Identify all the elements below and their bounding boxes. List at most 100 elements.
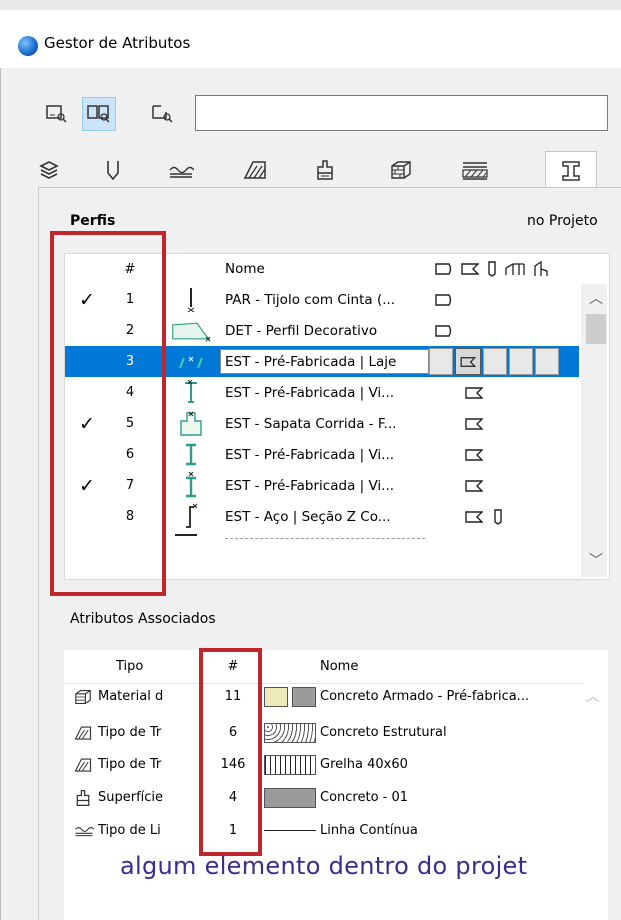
profile-name: EST - Pré-Fabricada | Vi... [225,384,395,401]
table-row[interactable]: Tipo de Tr 146 Grelha 40x60 [64,748,584,781]
search-input[interactable] [195,95,608,131]
column-header-name[interactable]: Nome [320,650,358,683]
grid-fill-swatch [264,754,316,775]
attribute-name: Concreto Armado - Pré-fabrica... [320,689,530,704]
attribute-name: Concreto Estrutural [320,725,447,740]
attribute-type: Tipo de Li [98,823,161,838]
profile-thumbnail [175,534,197,546]
tab-composites[interactable] [450,153,500,187]
table-row[interactable]: Material d 11 Concreto Armado - Pré-fabr… [64,680,584,713]
line-sample [264,814,316,847]
table-row[interactable]: Superfície 4 Concreto - 01 [64,781,584,814]
profile-thumbnail [171,408,211,439]
profile-thumbnail [171,315,211,346]
profile-name-editing[interactable]: EST - Pré-Fabricada | Laje [220,349,429,374]
tab-pens[interactable] [88,153,138,187]
overlay-caption: algum elemento dentro do projet [120,852,528,880]
profile-icon [562,160,580,181]
scroll-up-icon[interactable]: ︿ [589,288,603,308]
railing-icon [505,263,525,275]
tab-layers[interactable] [24,153,74,187]
attribute-swatches [264,748,316,781]
profile-thumbnail [171,377,211,408]
view-two-panes-button[interactable] [82,97,116,131]
column-usage-toggle[interactable] [483,348,507,375]
pen-icon [107,161,119,181]
section-title-perfis: Perfis [70,213,116,229]
profile-name: EST - Sapata Corrida - F... [225,415,397,432]
beam-usage-icon [465,377,483,408]
attribute-name: Grelha 40x60 [320,757,408,772]
fill-icon [243,161,266,179]
attribute-tabs [38,151,621,189]
beam-usage-icon [465,408,483,439]
view-list-button[interactable] [40,97,74,131]
railing-usage-toggle[interactable] [509,348,533,375]
associated-attributes-list[interactable]: Tipo # Nome Material d 11 Concreto Armad… [64,650,608,860]
attribute-name: Concreto - 01 [320,790,409,805]
profile-name: PAR - Tijolo com Cinta (... [225,291,396,308]
fill-icon [74,716,92,749]
column-header-name[interactable]: Nome [225,254,265,284]
section-title-associated: Atributos Associados [70,611,216,627]
window-title: Gestor de Atributos [44,34,191,52]
tab-line-types[interactable] [156,153,206,187]
profile-thumbnail [171,439,211,470]
attribute-swatches [264,680,316,713]
view-detail-button[interactable] [146,97,180,131]
layers-icon [39,161,59,179]
profile-name-clipped [225,538,425,546]
usage-icons [465,501,503,532]
column-header-type[interactable]: Tipo [116,650,143,683]
surface-icon [317,160,333,180]
wall-usage-icon [435,315,453,346]
object-usage-toggle[interactable] [535,348,559,375]
building-material-icon [391,161,411,179]
column-usage-icons [435,254,585,284]
building-material-icon [74,680,92,713]
concrete-fill-swatch [264,722,316,743]
wall-usage-icon [435,284,453,315]
attribute-type: Material d [98,689,164,704]
beam-usage-icon [465,470,483,501]
highlight-number-column [199,648,262,856]
title-bar: Gestor de Atributos [0,10,621,69]
line-type-icon [74,814,94,847]
wall-usage-toggle[interactable] [429,348,453,375]
tab-fills[interactable] [230,153,280,187]
scroll-up-icon[interactable]: ︿ [586,686,600,706]
beam-icon [461,263,479,275]
profile-thumbnail [171,501,211,532]
surface-icon [74,781,92,814]
beam-usage-toggle[interactable] [455,348,481,375]
profile-name: EST - Pré-Fabricada | Vi... [225,477,395,494]
tab-profiles[interactable] [545,151,597,189]
attribute-swatches [264,716,316,749]
list-header: Tipo # Nome [64,650,584,684]
attribute-type: Tipo de Tr [98,757,162,772]
line-type-icon [169,166,194,178]
tab-building-materials[interactable] [376,153,426,187]
attribute-type: Tipo de Tr [98,725,162,740]
column-icon [488,261,496,277]
table-row[interactable]: Tipo de Li 1 Linha Contínua [64,814,584,847]
profile-name: EST - Aço | Seção Z Co... [225,508,391,525]
attribute-type: Superfície [98,790,164,805]
attribute-name: Linha Contínua [320,823,418,838]
scroll-down-icon[interactable]: ﹀ [589,550,603,570]
surface-swatch [264,787,316,808]
attribute-swatches [264,781,316,814]
profile-thumbnail [171,284,211,315]
object-icon [534,261,548,276]
fill-icon [74,748,92,781]
table-row[interactable]: Tipo de Tr 6 Concreto Estrutural [64,716,584,749]
profile-thumbnail [171,470,211,501]
fill-swatch [264,686,288,707]
tab-surfaces[interactable] [300,153,350,187]
composite-icon [462,162,488,180]
surface-swatch [292,686,316,707]
scrollbar-thumb[interactable] [586,314,606,344]
profile-name: EST - Pré-Fabricada | Vi... [225,446,395,463]
wall-icon [435,263,452,275]
scope-filter[interactable]: no Projeto [527,213,598,229]
